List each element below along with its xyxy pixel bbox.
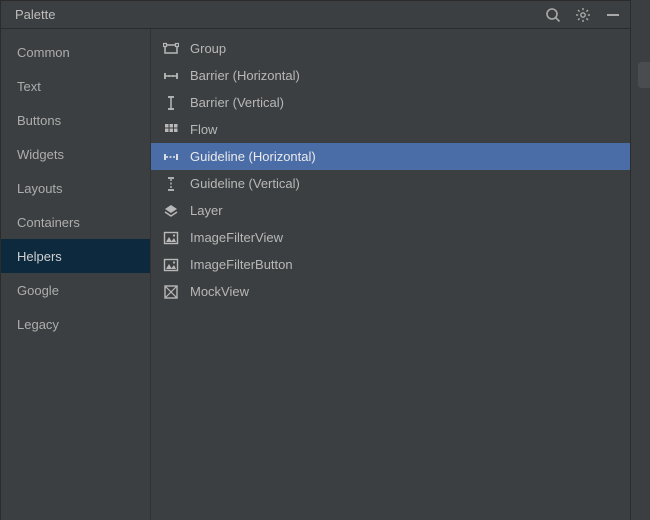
minimize-button[interactable] [604,6,622,24]
sidebar-item-google[interactable]: Google [1,273,150,307]
gear-icon [575,7,591,23]
sidebar-item-label: Layouts [17,181,63,196]
mockview-icon [163,284,179,300]
sidebar-item-label: Widgets [17,147,64,162]
search-button[interactable] [544,6,562,24]
list-item-guideline-vertical[interactable]: Guideline (Vertical) [151,170,630,197]
sidebar-item-helpers[interactable]: Helpers [1,239,150,273]
sidebar-item-layouts[interactable]: Layouts [1,171,150,205]
sidebar-item-common[interactable]: Common [1,35,150,69]
flow-icon [163,122,179,138]
list-item-label: Guideline (Vertical) [190,176,300,191]
list-item-label: Group [190,41,226,56]
palette-title: Palette [15,7,544,22]
sidebar-item-buttons[interactable]: Buttons [1,103,150,137]
sidebar-item-label: Google [17,283,59,298]
list-item-mockview[interactable]: MockView [151,278,630,305]
layer-icon [163,203,179,219]
sidebar-item-label: Legacy [17,317,59,332]
sidebar-item-label: Text [17,79,41,94]
image-filter-view-icon [163,230,179,246]
list-item-layer[interactable]: Layer [151,197,630,224]
list-item-label: Guideline (Horizontal) [190,149,316,164]
sidebar-item-widgets[interactable]: Widgets [1,137,150,171]
list-item-barrier-horizontal[interactable]: Barrier (Horizontal) [151,62,630,89]
sidebar-item-label: Buttons [17,113,61,128]
barrier-vertical-icon [163,95,179,111]
list-item-label: ImageFilterView [190,230,283,245]
list-item-label: Barrier (Vertical) [190,95,284,110]
palette-header: Palette [1,1,630,29]
sidebar-item-text[interactable]: Text [1,69,150,103]
search-icon [545,7,561,23]
list-item-group[interactable]: Group [151,35,630,62]
list-item-barrier-vertical[interactable]: Barrier (Vertical) [151,89,630,116]
list-item-flow[interactable]: Flow [151,116,630,143]
gutter-handle[interactable] [638,62,650,88]
sidebar-item-label: Containers [17,215,80,230]
barrier-horizontal-icon [163,68,179,84]
list-item-imagefilterbutton[interactable]: ImageFilterButton [151,251,630,278]
list-item-imagefilterview[interactable]: ImageFilterView [151,224,630,251]
list-item-guideline-horizontal[interactable]: Guideline (Horizontal) [151,143,630,170]
sidebar-item-label: Common [17,45,70,60]
sidebar-item-label: Helpers [17,249,62,264]
category-sidebar: Common Text Buttons Widgets Layouts Cont… [1,29,151,520]
palette-panel: Palette [0,0,630,520]
settings-button[interactable] [574,6,592,24]
sidebar-item-containers[interactable]: Containers [1,205,150,239]
image-filter-button-icon [163,257,179,273]
group-icon [163,41,179,57]
list-item-label: Flow [190,122,217,137]
list-item-label: ImageFilterButton [190,257,293,272]
minimize-icon [607,14,619,16]
guideline-horizontal-icon [163,149,179,165]
palette-body: Common Text Buttons Widgets Layouts Cont… [1,29,630,520]
list-item-label: Barrier (Horizontal) [190,68,300,83]
list-item-label: MockView [190,284,249,299]
guideline-vertical-icon [163,176,179,192]
component-list: Group Barrier (Horizontal) Barrier (Vert… [151,29,630,520]
right-gutter [630,0,650,520]
header-actions [544,6,622,24]
sidebar-item-legacy[interactable]: Legacy [1,307,150,341]
list-item-label: Layer [190,203,223,218]
